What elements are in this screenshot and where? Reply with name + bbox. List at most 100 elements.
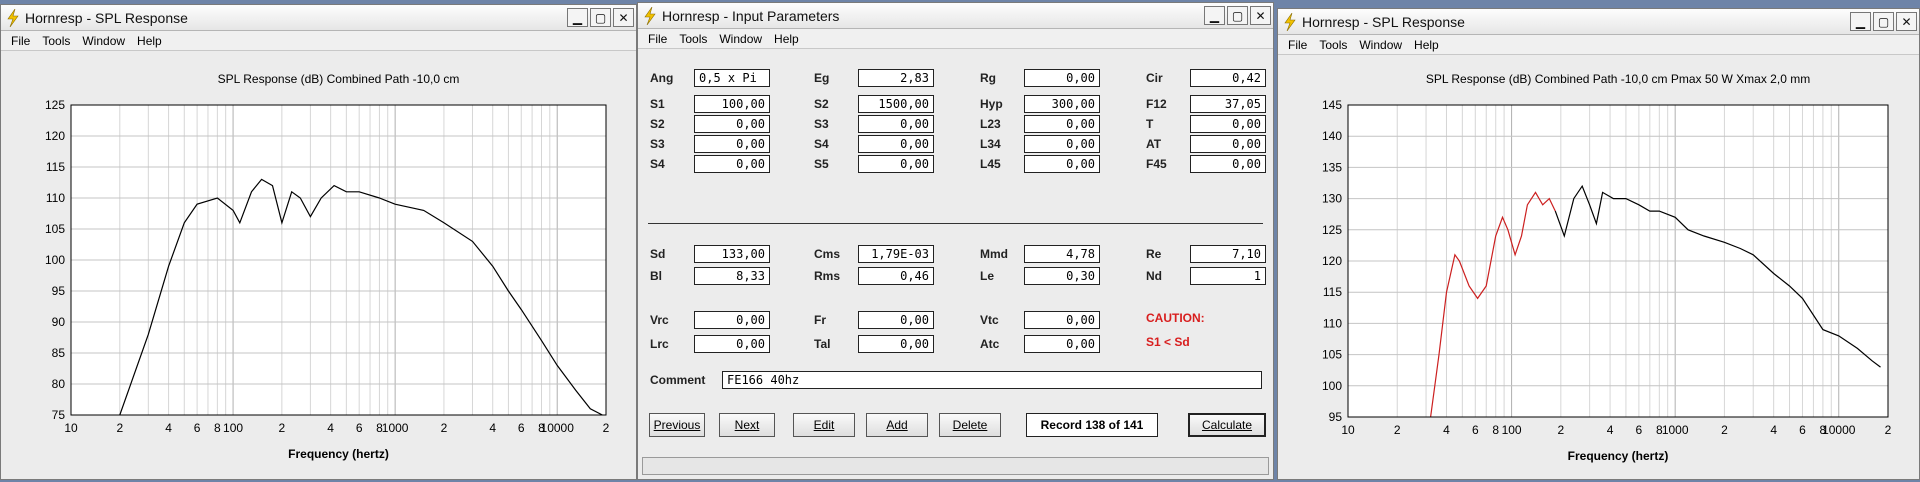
minimize-button[interactable]: ▁ [1204,6,1225,25]
maximize-button[interactable]: ▢ [1227,6,1248,25]
menu-tools[interactable]: Tools [36,34,76,48]
previous-button[interactable]: Previous [649,413,705,437]
param-field-s4[interactable]: 0,00 [694,155,770,173]
maximize-button[interactable]: ▢ [590,8,611,27]
close-icon: ✕ [1901,14,1912,29]
y-tick-label: 120 [45,129,65,143]
param-field-mmd[interactable]: 4,78 [1024,245,1100,263]
titlebar[interactable]: Hornresp - Input Parameters ▁ ▢ ✕ [638,3,1273,29]
x-tick-label: 1000 [1662,423,1689,437]
param-field-cir[interactable]: 0,42 [1190,69,1266,87]
close-button[interactable]: ✕ [1896,12,1917,31]
edit-button[interactable]: Edit [793,413,855,437]
comment-field[interactable]: FE166 40hz [722,371,1262,389]
titlebar[interactable]: Hornresp - SPL Response ▁ ▢ ✕ [1278,9,1919,35]
param-label-t: T [1146,117,1154,131]
param-label-hyp: Hyp [980,97,1003,111]
maximize-icon: ▢ [1231,8,1244,23]
param-field-rg[interactable]: 0,00 [1024,69,1100,87]
x-tick-label: 8 [214,421,221,435]
param-field-atc[interactable]: 0,00 [1024,335,1100,353]
chart-title: SPL Response (dB) Combined Path -10,0 cm… [1426,72,1810,86]
param-field-s2[interactable]: 0,00 [694,115,770,133]
param-field-t[interactable]: 0,00 [1190,115,1266,133]
next-button[interactable]: Next [719,413,775,437]
param-field-cms[interactable]: 1,79E-03 [858,245,934,263]
param-field-l45[interactable]: 0,00 [1024,155,1100,173]
y-tick-label: 85 [52,346,66,360]
param-label-ang: Ang [650,71,674,85]
param-field-lrc[interactable]: 0,00 [694,335,770,353]
param-field-bl[interactable]: 8,33 [694,267,770,285]
menubar: File Tools Window Help [1,31,636,51]
param-field-nd[interactable]: 1 [1190,267,1266,285]
param-field-hyp[interactable]: 300,00 [1024,95,1100,113]
menu-help[interactable]: Help [131,34,168,48]
x-tick-label: 2 [116,421,123,435]
param-field-f12[interactable]: 37,05 [1190,95,1266,113]
menu-window[interactable]: Window [713,32,768,46]
close-icon: ✕ [1255,8,1266,23]
maximize-button[interactable]: ▢ [1873,12,1894,31]
menu-file[interactable]: File [1282,38,1313,52]
menu-file[interactable]: File [642,32,673,46]
param-field-eg[interactable]: 2,83 [858,69,934,87]
menubar: File Tools Window Help [638,29,1273,49]
window-title: Hornresp - Input Parameters [662,8,840,24]
param-field-ang[interactable]: 0,5 x Pi [694,69,770,87]
x-axis-label: Frequency (hertz) [1568,449,1669,463]
window-title: Hornresp - SPL Response [25,10,188,26]
param-field-re[interactable]: 7,10 [1190,245,1266,263]
param-field-s5[interactable]: 0,00 [858,155,934,173]
menu-window[interactable]: Window [76,34,131,48]
y-tick-label: 130 [1322,192,1342,206]
calculate-button[interactable]: Calculate [1188,413,1266,437]
close-button[interactable]: ✕ [1250,6,1271,25]
delete-button[interactable]: Delete [939,413,1001,437]
menu-tools[interactable]: Tools [673,32,713,46]
x-tick-label: 1000 [382,421,409,435]
param-label-s2: S2 [650,117,665,131]
menu-file[interactable]: File [5,34,36,48]
maximize-icon: ▢ [1877,14,1890,29]
close-icon: ✕ [618,10,629,25]
menu-help[interactable]: Help [768,32,805,46]
param-label-fr: Fr [814,313,826,327]
minimize-button[interactable]: ▁ [567,8,588,27]
param-field-s2[interactable]: 1500,00 [858,95,934,113]
menu-help[interactable]: Help [1408,38,1445,52]
menu-window[interactable]: Window [1353,38,1408,52]
param-field-le[interactable]: 0,30 [1024,267,1100,285]
x-tick-label: 2 [1557,423,1564,437]
param-label-bl: Bl [650,269,662,283]
param-field-l23[interactable]: 0,00 [1024,115,1100,133]
param-field-l34[interactable]: 0,00 [1024,135,1100,153]
x-tick-label: 2 [279,421,286,435]
param-label-re: Re [1146,247,1162,261]
param-field-rms[interactable]: 0,46 [858,267,934,285]
param-field-sd[interactable]: 133,00 [694,245,770,263]
titlebar[interactable]: Hornresp - SPL Response ▁ ▢ ✕ [1,5,636,31]
param-field-s3[interactable]: 0,00 [858,115,934,133]
param-label-s1: S1 [650,97,665,111]
param-field-s1[interactable]: 100,00 [694,95,770,113]
chart-title: SPL Response (dB) Combined Path -10,0 cm [218,72,460,86]
param-field-at[interactable]: 0,00 [1190,135,1266,153]
minimize-button[interactable]: ▁ [1850,12,1871,31]
y-tick-label: 105 [1322,348,1342,362]
param-label-sd: Sd [650,247,666,261]
add-button[interactable]: Add [866,413,928,437]
param-field-vtc[interactable]: 0,00 [1024,311,1100,329]
param-label-l23: L23 [980,117,1001,131]
close-button[interactable]: ✕ [613,8,634,27]
param-field-f45[interactable]: 0,00 [1190,155,1266,173]
menu-tools[interactable]: Tools [1313,38,1353,52]
param-field-tal[interactable]: 0,00 [858,335,934,353]
param-field-s4[interactable]: 0,00 [858,135,934,153]
caution-label: CAUTION: [1146,311,1205,325]
param-field-s3[interactable]: 0,00 [694,135,770,153]
input-parameters-window: Hornresp - Input Parameters ▁ ▢ ✕ File T… [637,2,1274,480]
param-field-fr[interactable]: 0,00 [858,311,934,329]
param-field-vrc[interactable]: 0,00 [694,311,770,329]
param-label-atc: Atc [980,337,1000,351]
